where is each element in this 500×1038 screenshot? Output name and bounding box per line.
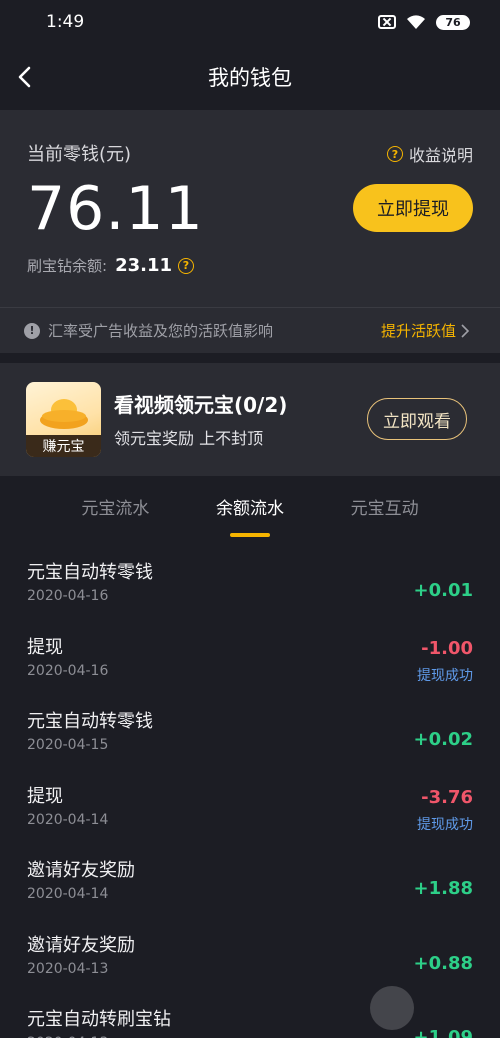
withdraw-button[interactable]: 立即提现 <box>353 184 473 232</box>
list-item[interactable]: 元宝自动转刷宝钻 2020-04-13 +1.09 <box>0 995 500 1038</box>
video-card-title: 看视频领元宝(0/2) <box>114 393 288 417</box>
gold-ingot-icon <box>40 399 88 429</box>
wifi-icon <box>407 15 425 29</box>
watch-now-button[interactable]: 立即观看 <box>367 398 467 440</box>
balance-amount: 76.11 <box>27 174 204 244</box>
transaction-amount: +0.02 <box>413 729 474 750</box>
transaction-amount: -1.00 <box>421 637 473 659</box>
section-gap <box>0 353 500 363</box>
list-item[interactable]: 邀请好友奖励 2020-04-13 +0.88 <box>0 921 500 996</box>
income-explanation-link[interactable]: ? 收益说明 <box>386 142 473 166</box>
transaction-status: 提现成功 <box>417 816 473 833</box>
list-item[interactable]: 提现 2020-04-16 -1.00 提现成功 <box>0 623 500 698</box>
list-item[interactable]: 提现 2020-04-14 -3.76 提现成功 <box>0 772 500 847</box>
transaction-date: 2020-04-14 <box>27 811 109 828</box>
transaction-amount: +0.88 <box>413 952 474 974</box>
list-item[interactable]: 元宝自动转零钱 2020-04-16 +0.01 <box>0 548 500 623</box>
question-circle-icon[interactable]: ? <box>178 257 194 274</box>
tab-ingot-interactions[interactable]: 元宝互动 <box>347 488 423 525</box>
transaction-date: 2020-04-16 <box>27 588 109 604</box>
notice-bar: ! 汇率受广告收益及您的活跃值影响 提升活跃值 <box>0 307 500 353</box>
reward-thumbnail: 赚元宝 <box>26 382 101 457</box>
notice-message: ! 汇率受广告收益及您的活跃值影响 <box>24 320 273 341</box>
exclamation-circle-icon: ! <box>24 322 40 339</box>
transaction-date: 2020-04-15 <box>27 737 109 753</box>
income-link-label: 收益说明 <box>408 146 473 165</box>
chevron-left-icon[interactable] <box>14 65 38 89</box>
transaction-amount: -3.76 <box>421 786 473 808</box>
status-icons: 76 <box>378 14 470 30</box>
balance-label: 当前零钱(元) <box>27 144 132 165</box>
battery-icon: 76 <box>436 14 470 30</box>
diamond-value: 23.11 <box>115 255 172 276</box>
tab-ingot-records[interactable]: 元宝流水 <box>77 488 153 525</box>
transaction-title: 提现 <box>27 785 63 807</box>
improve-activity-link[interactable]: 提升活跃值 <box>381 320 470 341</box>
video-reward-card: 赚元宝 看视频领元宝(0/2) 领元宝奖励 上不封顶 立即观看 <box>0 363 500 476</box>
transaction-title: 元宝自动转零钱 <box>27 562 153 583</box>
nav-bar: 我的钱包 <box>0 44 500 110</box>
video-card-subtitle: 领元宝奖励 上不封顶 <box>114 429 264 448</box>
tab-balance-records[interactable]: 余额流水 <box>212 488 288 525</box>
tab-bar: 元宝流水 余额流水 元宝互动 <box>0 476 500 536</box>
thumbnail-label: 赚元宝 <box>26 435 101 457</box>
status-bar: 1:49 76 <box>0 0 500 44</box>
no-sim-icon <box>378 15 396 29</box>
transaction-title: 提现 <box>27 636 63 658</box>
transaction-title: 元宝自动转刷宝钻 <box>27 1009 171 1030</box>
diamond-balance: 刷宝钻余额: 23.11 ? <box>27 255 194 276</box>
status-time: 1:49 <box>46 12 85 32</box>
notice-link-label: 提升活跃值 <box>380 322 456 340</box>
transaction-title: 元宝自动转零钱 <box>27 711 153 732</box>
transaction-date: 2020-04-14 <box>27 886 109 902</box>
list-item[interactable]: 元宝自动转零钱 2020-04-15 +0.02 <box>0 697 500 772</box>
transaction-list: 元宝自动转零钱 2020-04-16 +0.01 提现 2020-04-16 -… <box>0 548 500 1038</box>
transaction-title: 邀请好友奖励 <box>27 860 135 881</box>
transaction-status: 提现成功 <box>417 667 473 684</box>
chevron-right-icon <box>461 323 470 338</box>
transaction-title: 邀请好友奖励 <box>27 934 135 956</box>
transaction-amount: +1.09 <box>413 1027 474 1038</box>
question-circle-icon: ? <box>386 146 403 162</box>
list-item[interactable]: 邀请好友奖励 2020-04-14 +1.88 <box>0 846 500 921</box>
page-title: 我的钱包 <box>208 66 292 90</box>
transaction-amount: +1.88 <box>413 878 474 899</box>
balance-card: 当前零钱(元) ? 收益说明 76.11 立即提现 刷宝钻余额: 23.11 ?… <box>0 110 500 353</box>
notice-text: 汇率受广告收益及您的活跃值影响 <box>48 322 274 340</box>
transaction-date: 2020-04-13 <box>27 960 109 977</box>
transaction-date: 2020-04-16 <box>27 662 109 679</box>
transaction-amount: +0.01 <box>413 580 474 601</box>
diamond-label: 刷宝钻余额: <box>27 257 108 275</box>
